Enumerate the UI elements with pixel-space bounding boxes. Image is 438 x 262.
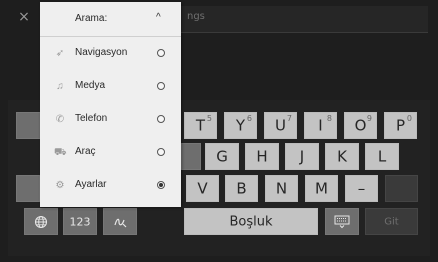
keyboard-icon	[326, 215, 358, 229]
key-dash[interactable]: –	[345, 175, 378, 202]
key-l[interactable]: L	[365, 143, 399, 170]
key-label: L	[377, 147, 387, 165]
key-superscript: 8	[326, 114, 332, 123]
menu-item-medya[interactable]: ♫ Medya	[40, 70, 181, 103]
radio-button[interactable]	[157, 148, 165, 156]
menu-item-arac[interactable]: ⛟ Araç	[40, 136, 181, 169]
language-button[interactable]	[24, 208, 58, 235]
dropdown-title: Arama:	[75, 13, 108, 24]
key-superscript: 6	[246, 114, 252, 123]
menu-item-ayarlar[interactable]: ⚙ Ayarlar	[40, 169, 181, 202]
key-v[interactable]: V	[186, 175, 219, 202]
search-category-dropdown: Arama: ^ ➶ Navigasyon ♫ Medya ✆ Telefon …	[40, 2, 181, 207]
key-label: Boşluk	[229, 214, 273, 229]
screen-background: × ngs T 5 Y 6 U 7 I 8 O 9 P 0 G H J K L	[0, 0, 438, 262]
key-k[interactable]: K	[325, 143, 359, 170]
key-label: N	[275, 179, 288, 197]
key-p[interactable]: P 0	[384, 112, 417, 139]
key-label: B	[236, 179, 247, 197]
key-label: K	[337, 147, 347, 165]
key-o[interactable]: O 9	[344, 112, 377, 139]
music-note-icon: ♫	[56, 81, 64, 92]
key-f-partial[interactable]	[181, 143, 201, 170]
key-label: J	[299, 147, 305, 165]
key-superscript: 7	[286, 114, 292, 123]
navigation-arrow-icon: ➶	[55, 48, 65, 59]
close-icon[interactable]: ×	[16, 9, 32, 25]
menu-item-label: Ayarlar	[75, 179, 107, 190]
key-u[interactable]: U 7	[264, 112, 297, 139]
key-n[interactable]: N	[265, 175, 298, 202]
numbers-button[interactable]: 123	[63, 208, 97, 235]
key-superscript: 5	[206, 114, 212, 123]
key-superscript: 9	[366, 114, 372, 123]
key-label: 123	[69, 215, 91, 228]
menu-item-telefon[interactable]: ✆ Telefon	[40, 103, 181, 136]
key-label: –	[357, 179, 366, 197]
key-label: M	[315, 179, 328, 197]
key-shift-partial[interactable]	[16, 175, 40, 202]
phone-icon: ✆	[55, 114, 65, 125]
key-h[interactable]: H	[245, 143, 279, 170]
menu-item-label: Telefon	[75, 113, 108, 124]
radio-button[interactable]	[157, 115, 165, 123]
menu-item-label: Navigasyon	[75, 47, 128, 58]
menu-item-navigasyon[interactable]: ➶ Navigasyon	[40, 37, 181, 70]
key-label: G	[216, 147, 228, 165]
globe-icon	[25, 215, 57, 229]
radio-button-selected[interactable]	[157, 181, 165, 189]
key-label: H	[256, 147, 268, 165]
space-button[interactable]: Boşluk	[184, 208, 318, 235]
search-hint-text: ngs	[187, 11, 205, 22]
key-label: Git	[384, 216, 399, 227]
key-t[interactable]: T 5	[184, 112, 217, 139]
handwriting-button[interactable]	[103, 208, 137, 235]
hide-keyboard-button[interactable]	[325, 208, 359, 235]
key-backspace[interactable]	[385, 175, 418, 202]
menu-item-label: Medya	[75, 80, 106, 91]
dropdown-header[interactable]: Arama: ^	[40, 2, 181, 37]
key-b[interactable]: B	[225, 175, 258, 202]
key-g[interactable]: G	[205, 143, 239, 170]
go-button[interactable]: Git	[365, 208, 418, 235]
key-superscript: 0	[406, 114, 412, 123]
car-icon: ⛟	[54, 147, 67, 158]
key-label: V	[197, 179, 208, 197]
menu-item-label: Araç	[75, 146, 96, 157]
key-j[interactable]: J	[285, 143, 319, 170]
key-m[interactable]: M	[305, 175, 338, 202]
key-y[interactable]: Y 6	[224, 112, 257, 139]
handwriting-icon	[104, 215, 136, 229]
radio-button[interactable]	[157, 82, 165, 90]
radio-button[interactable]	[157, 49, 165, 57]
key-i[interactable]: I 8	[304, 112, 337, 139]
chevron-up-icon: ^	[156, 12, 161, 23]
gear-icon: ⚙	[55, 180, 65, 191]
